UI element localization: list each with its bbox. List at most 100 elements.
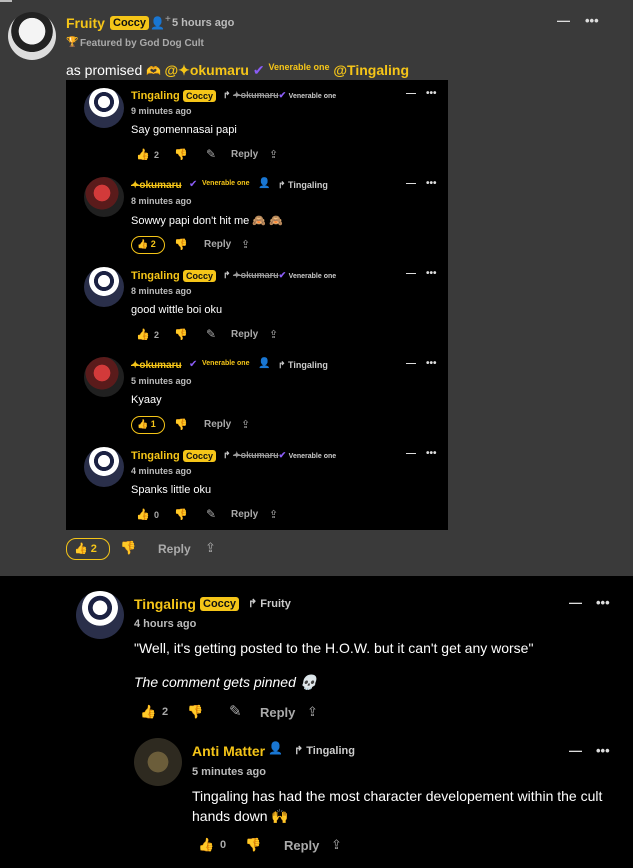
collapse-icon[interactable]: — <box>406 268 416 279</box>
more-options-icon[interactable]: ••• <box>426 268 437 279</box>
pencil-icon[interactable]: ✎ <box>206 147 216 161</box>
thumb-down-icon[interactable]: 👎 <box>174 238 188 251</box>
share-icon[interactable]: ⇪ <box>331 837 342 853</box>
avatar[interactable] <box>84 447 124 487</box>
avatar[interactable] <box>76 591 124 639</box>
more-options-icon[interactable]: ••• <box>426 448 437 459</box>
username[interactable]: Tingaling <box>131 450 180 462</box>
comment-text: Spanks little oku <box>131 484 212 496</box>
thumb-down-icon[interactable]: 👎 <box>174 328 188 341</box>
thumb-down-icon[interactable]: 👎 <box>187 704 203 720</box>
timestamp: 4 minutes ago <box>131 466 192 476</box>
comment-tingaling: Tingaling Coccy ↱ Fruity 4 hours ago — •… <box>0 576 633 726</box>
user-title: Venerable one <box>202 180 250 187</box>
like-count: 2 <box>154 150 160 160</box>
more-options-icon[interactable]: ••• <box>596 595 610 610</box>
collapse-icon[interactable]: — <box>569 595 582 610</box>
thumb-down-icon[interactable]: 👎 <box>174 148 188 161</box>
share-icon[interactable]: ⇪ <box>269 508 278 521</box>
avatar[interactable] <box>84 88 124 128</box>
user-title: Venerable one <box>202 360 250 367</box>
share-icon[interactable]: ⇪ <box>205 540 216 556</box>
timestamp: 8 minutes ago <box>131 196 192 206</box>
collapse-icon[interactable]: — <box>406 88 416 99</box>
collapse-icon[interactable]: — <box>406 178 416 189</box>
pencil-icon[interactable]: ✎ <box>206 327 216 341</box>
comment-text: "Well, it's getting posted to the H.O.W.… <box>134 640 534 656</box>
timestamp: 9 minutes ago <box>131 106 192 116</box>
more-options-icon[interactable]: ••• <box>426 358 437 369</box>
avatar[interactable] <box>84 267 124 307</box>
collapse-icon[interactable]: — <box>569 743 582 758</box>
avatar[interactable] <box>134 738 182 786</box>
username[interactable]: ✦okumaru <box>131 360 182 371</box>
pencil-icon[interactable]: ✎ <box>229 702 242 720</box>
reply-button[interactable]: Reply <box>158 542 191 556</box>
reply-to[interactable]: ↱ ✦okumaru✔ Venerable one <box>223 450 336 461</box>
reply-to[interactable]: ↱ Fruity <box>248 597 291 610</box>
user-check-icon: 👤 <box>258 178 271 189</box>
more-options-icon[interactable]: ••• <box>426 178 437 189</box>
reply-button[interactable]: Reply <box>231 149 258 160</box>
mention-okumaru[interactable]: @✦okumaru <box>164 62 249 78</box>
username[interactable]: Fruity <box>66 15 105 31</box>
reply-button[interactable]: Reply <box>231 509 258 520</box>
avatar[interactable] <box>84 177 124 217</box>
collapse-icon[interactable]: — <box>406 358 416 369</box>
thumb-up-icon[interactable]: 👍 <box>136 328 150 341</box>
avatar[interactable] <box>8 12 56 60</box>
username[interactable]: Tingaling <box>131 270 180 282</box>
list-item: Tingaling Coccy ↱ ✦okumaru✔ Venerable on… <box>66 440 448 530</box>
reply-to[interactable]: ↱ Tingaling <box>278 360 328 371</box>
username[interactable]: ✦okumaru <box>131 180 182 191</box>
top-comment-card: Fruity Coccy 👤+ 5 hours ago 🏆 Featured b… <box>0 0 633 576</box>
more-options-icon[interactable]: ••• <box>596 743 610 758</box>
list-item: Tingaling Coccy ↱ ✦okumaru✔ Venerable on… <box>66 80 448 170</box>
username[interactable]: Anti Matter <box>192 743 265 759</box>
reply-to[interactable]: ↱ ✦okumaru✔ Venerable one <box>223 90 336 101</box>
list-item: ✦okumaru ✔ Venerable one 👤 ↱ Tingaling 5… <box>66 350 448 440</box>
user-badge: Coccy <box>200 597 240 611</box>
avatar[interactable] <box>84 357 124 397</box>
thumb-up-icon[interactable]: 👍 <box>136 148 150 161</box>
pin-indicator <box>0 0 12 2</box>
like-button-active[interactable]: 👍 2 <box>131 236 165 254</box>
user-badge: Coccy <box>183 270 217 282</box>
share-icon[interactable]: ⇪ <box>241 418 250 431</box>
follow-user-icon[interactable]: 👤+ <box>150 14 171 30</box>
reply-button[interactable]: Reply <box>231 329 258 340</box>
reply-button[interactable]: Reply <box>260 705 295 720</box>
reply-to[interactable]: ↱ ✦okumaru✔ Venerable one <box>223 270 336 281</box>
more-options-icon[interactable]: ••• <box>585 13 599 28</box>
share-icon[interactable]: ⇪ <box>269 148 278 161</box>
reply-button[interactable]: Reply <box>284 838 319 853</box>
user-badge: Coccy <box>183 450 217 462</box>
share-icon[interactable]: ⇪ <box>241 238 250 251</box>
share-icon[interactable]: ⇪ <box>307 704 318 720</box>
timestamp: 5 hours ago <box>172 17 235 29</box>
pencil-icon[interactable]: ✎ <box>206 507 216 521</box>
thumb-down-icon[interactable]: 👎 <box>245 837 261 853</box>
user-badge: Coccy <box>183 90 217 102</box>
reply-button[interactable]: Reply <box>204 419 231 430</box>
reply-to[interactable]: ↱ Tingaling <box>278 180 328 191</box>
more-options-icon[interactable]: ••• <box>426 88 437 99</box>
thumb-up-icon[interactable]: 👍 <box>198 837 214 853</box>
thumb-up-icon[interactable]: 👍 <box>136 508 150 521</box>
like-button-active[interactable]: 👍 1 <box>131 416 165 434</box>
collapse-icon[interactable]: — <box>557 13 570 28</box>
share-icon[interactable]: ⇪ <box>269 328 278 341</box>
like-count: 2 <box>162 706 169 718</box>
username[interactable]: Tingaling <box>134 596 196 612</box>
collapse-icon[interactable]: — <box>406 448 416 459</box>
thumb-up-icon[interactable]: 👍 <box>140 704 156 720</box>
timestamp: 5 minutes ago <box>131 376 192 386</box>
username[interactable]: Tingaling <box>131 90 180 102</box>
reply-button[interactable]: Reply <box>204 239 231 250</box>
thumb-down-icon[interactable]: 👎 <box>174 418 188 431</box>
mention-tingaling[interactable]: @Tingaling <box>333 62 409 78</box>
reply-to[interactable]: ↱ Tingaling <box>294 744 355 757</box>
thumb-down-icon[interactable]: 👎 <box>174 508 188 521</box>
like-button-active[interactable]: 👍 2 <box>66 538 110 560</box>
thumb-down-icon[interactable]: 👎 <box>120 540 136 556</box>
